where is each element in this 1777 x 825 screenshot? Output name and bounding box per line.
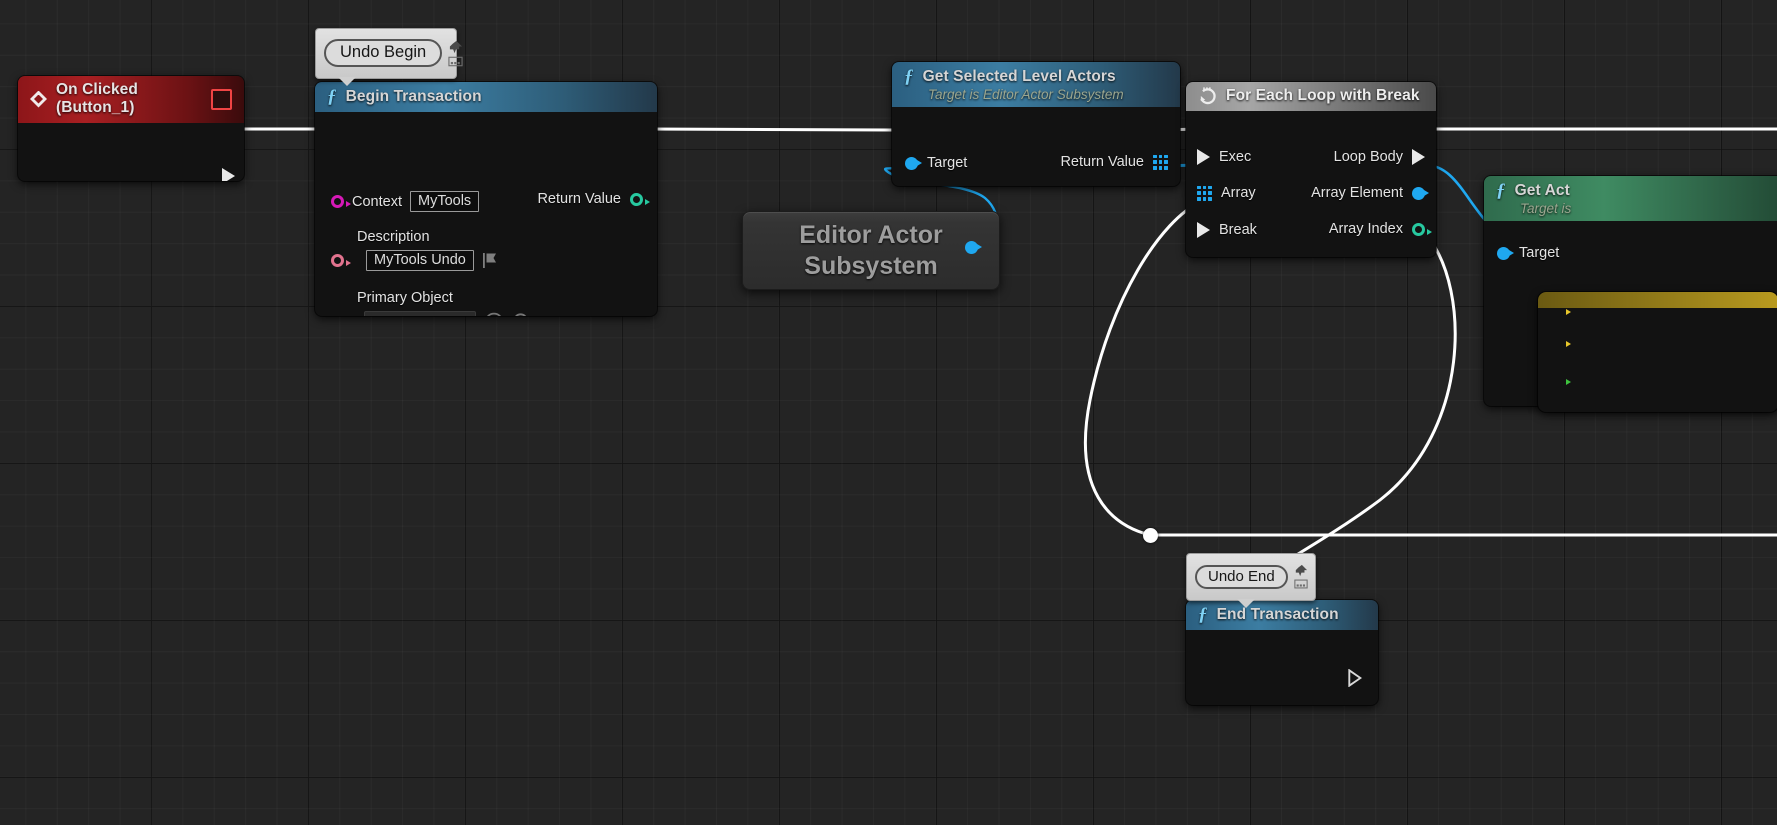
comment-options-icon[interactable]: [448, 56, 463, 67]
node-header: ƒ Begin Transaction: [315, 82, 657, 112]
array-in-pin[interactable]: [1197, 185, 1212, 201]
use-selected-icon[interactable]: [484, 312, 504, 316]
node-title: End Transaction: [1216, 605, 1339, 623]
return-value-label: Return Value: [537, 191, 621, 207]
target-pin[interactable]: [905, 156, 922, 170]
function-f-icon: ƒ: [904, 66, 914, 87]
node-clipped-right[interactable]: [1538, 292, 1777, 412]
description-label: Description: [357, 229, 430, 245]
loop-body-label: Loop Body: [1333, 149, 1403, 165]
pin-icon[interactable]: [1294, 564, 1308, 577]
browse-icon[interactable]: [512, 312, 532, 316]
loop-body-pin[interactable]: [1412, 149, 1425, 165]
primary-object-label: Primary Object: [357, 290, 453, 306]
context-label: Context: [352, 193, 402, 210]
comment-bubble-undo-begin[interactable]: Undo Begin: [315, 28, 463, 86]
node-title: For Each Loop with Break: [1226, 87, 1420, 104]
break-pin[interactable]: [1197, 222, 1210, 238]
exec-label: Exec: [1219, 149, 1252, 165]
select-asset-dropdown[interactable]: Select Asset: [364, 311, 477, 316]
array-element-label: Array Element: [1311, 185, 1403, 201]
flag-icon[interactable]: [482, 252, 500, 269]
return-value-array-pin[interactable]: [1153, 154, 1168, 170]
return-value-pin[interactable]: [630, 192, 650, 206]
node-header: For Each Loop with Break: [1186, 82, 1436, 111]
loop-icon: [1200, 87, 1216, 105]
comment-editor-actor-subsystem[interactable]: Editor Actor Subsystem: [742, 211, 1000, 290]
array-element-pin[interactable]: [1412, 186, 1429, 200]
node-get-selected-level-actors[interactable]: ƒ Get Selected Level Actors Target is Ed…: [892, 62, 1180, 186]
subsystem-output-pin[interactable]: [965, 241, 982, 254]
array-index-pin[interactable]: [1412, 222, 1432, 236]
reroute-node[interactable]: [1143, 528, 1158, 543]
node-title: Get Selected Level Actors: [922, 67, 1116, 85]
node-for-each-loop-with-break[interactable]: For Each Loop with Break Exec Array Brea…: [1186, 82, 1436, 257]
node-on-clicked[interactable]: On Clicked (Button_1): [18, 76, 244, 181]
exec-in-pin[interactable]: [1197, 149, 1210, 165]
clipped-node-header: [1538, 292, 1777, 308]
exec-out-pin[interactable]: [222, 168, 235, 181]
event-diamond-icon: [30, 90, 47, 108]
description-pin[interactable]: [331, 254, 351, 267]
target-label: Target: [1519, 245, 1560, 261]
bubble-tail: [338, 77, 356, 86]
exec-out-pin[interactable]: [1348, 668, 1363, 688]
comment-line-1: Editor Actor: [799, 221, 943, 249]
node-begin-transaction[interactable]: ƒ Begin Transaction Context MyTools Retu…: [315, 82, 657, 316]
node-header: ƒ Get Selected Level Actors: [892, 62, 1180, 86]
node-end-transaction[interactable]: ƒ End Transaction Return Value: [1186, 600, 1378, 705]
wire-layer: [236, 127, 1777, 641]
target-label: Target: [927, 155, 968, 171]
node-title: Begin Transaction: [345, 87, 482, 105]
function-f-icon: ƒ: [1198, 604, 1208, 625]
undo-begin-text[interactable]: Undo Begin: [324, 39, 443, 67]
node-subtitle: Target is: [1484, 200, 1777, 221]
node-title: On Clicked (Button_1): [56, 81, 138, 116]
break-label: Break: [1219, 222, 1257, 238]
comment-bubble-undo-end[interactable]: Undo End: [1186, 553, 1316, 608]
description-input[interactable]: MyTools Undo: [366, 250, 474, 271]
node-subtitle: Target is Editor Actor Subsystem: [892, 86, 1180, 107]
pin-icon[interactable]: [448, 40, 463, 54]
return-value-label: Return Value: [1060, 154, 1144, 170]
node-header: ƒ End Transaction: [1186, 600, 1378, 630]
primary-object-pin[interactable]: [331, 315, 344, 316]
stop-button[interactable]: [211, 88, 232, 110]
function-f-icon: ƒ: [1496, 180, 1506, 201]
bubble-tail: [1237, 599, 1255, 608]
node-title: Get Act: [1514, 181, 1570, 199]
undo-end-text[interactable]: Undo End: [1195, 564, 1288, 589]
comment-options-icon[interactable]: [1294, 579, 1308, 589]
select-asset-label: Select Asset: [371, 314, 448, 316]
function-f-icon: ƒ: [327, 86, 337, 107]
blueprint-graph-canvas[interactable]: Editor Actor Subsystem On Clicked (Butto…: [0, 0, 1777, 825]
array-label: Array: [1221, 185, 1256, 201]
context-pin[interactable]: [331, 195, 351, 208]
comment-line-2: Subsystem: [804, 251, 938, 280]
node-header: ƒ Get Act: [1484, 176, 1777, 200]
target-pin[interactable]: [1497, 246, 1514, 260]
array-index-label: Array Index: [1328, 221, 1403, 237]
node-header: On Clicked (Button_1): [18, 76, 244, 123]
context-input[interactable]: MyTools: [409, 191, 480, 212]
